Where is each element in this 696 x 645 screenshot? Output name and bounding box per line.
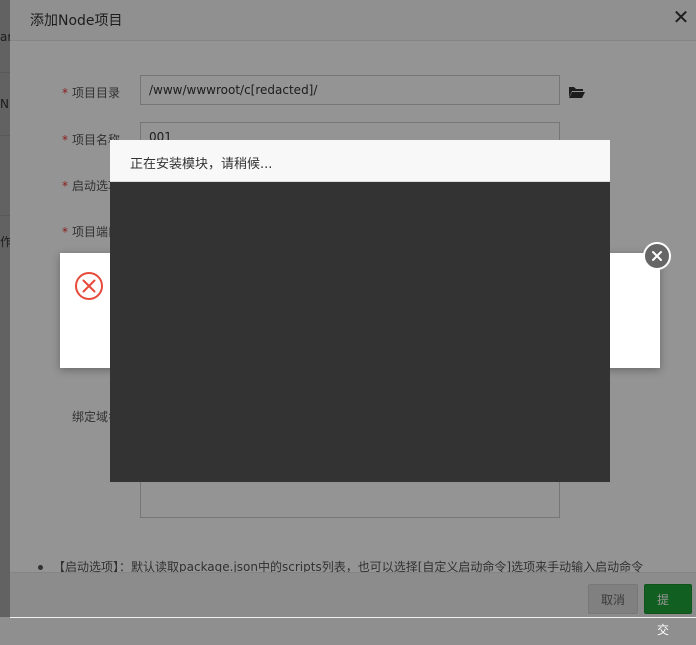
close-circle-icon[interactable] — [643, 242, 671, 270]
close-x-glyph — [652, 251, 662, 261]
loading-header: 正在安装模块，请稍候... — [110, 140, 610, 182]
error-circle-icon — [75, 272, 103, 300]
loading-message: 正在安装模块，请稍候... — [130, 157, 273, 172]
loading-modal: 正在安装模块，请稍候... — [110, 140, 610, 482]
